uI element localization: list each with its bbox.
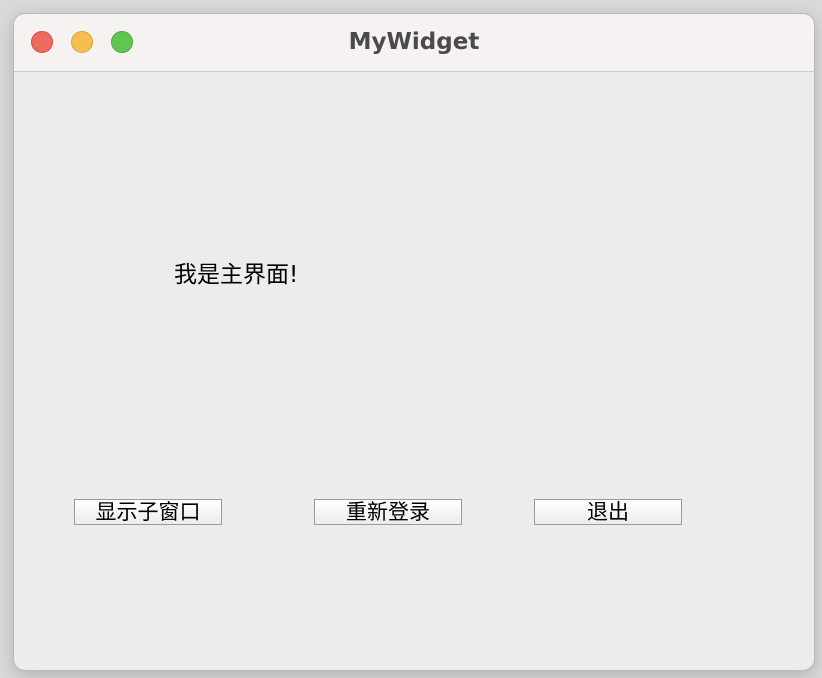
window-title: MyWidget xyxy=(348,29,480,55)
main-window: MyWidget 我是主界面! 显示子窗口 重新登录 退出 xyxy=(13,13,815,671)
exit-button[interactable]: 退出 xyxy=(534,499,682,525)
window-content: 我是主界面! 显示子窗口 重新登录 退出 xyxy=(14,72,814,670)
main-interface-label: 我是主界面! xyxy=(174,262,299,288)
show-child-window-button[interactable]: 显示子窗口 xyxy=(74,499,222,525)
relogin-button[interactable]: 重新登录 xyxy=(314,499,462,525)
title-bar[interactable]: MyWidget xyxy=(14,14,814,72)
